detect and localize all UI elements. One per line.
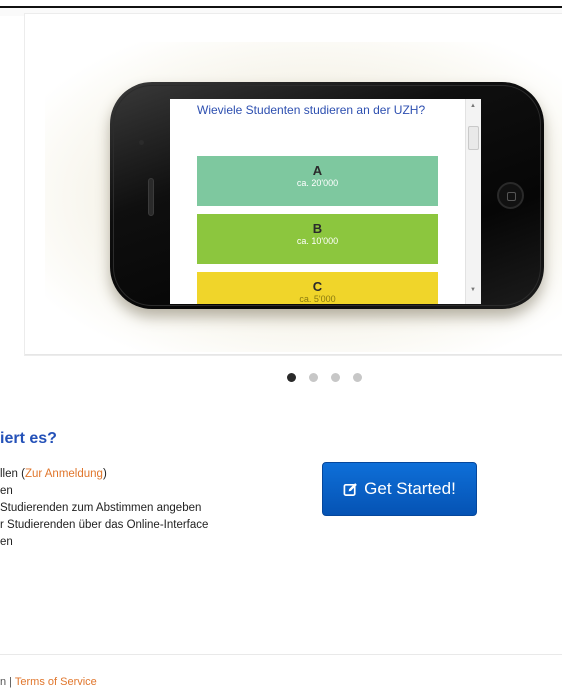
carousel-dot-1[interactable] (287, 373, 296, 382)
phone-speaker (148, 178, 154, 216)
answer-text: ca. 5'000 (299, 294, 336, 304)
terms-of-service-link[interactable]: Terms of Service (15, 676, 97, 688)
footer-divider (0, 654, 562, 655)
footer-text: n | (0, 676, 15, 688)
image-carousel[interactable]: Wieviele Studenten studieren an der UZH?… (25, 14, 562, 355)
carousel-indicators (287, 373, 367, 383)
answer-option-b: B ca. 10'000 (197, 214, 438, 264)
answer-text: ca. 10'000 (296, 236, 339, 246)
phone-camera (139, 140, 144, 145)
edit-icon (343, 482, 358, 496)
answer-letter: C (312, 279, 323, 294)
how-it-works-heading: iert es? (0, 430, 57, 447)
footer: n | Terms of Service (0, 676, 97, 688)
step-item: en (0, 536, 13, 548)
how-it-works-steps: llen (Zur Anmeldung) en Studierenden zum… (0, 466, 208, 551)
carousel-dot-4[interactable] (353, 373, 362, 382)
answer-letter: A (312, 163, 323, 178)
scroll-thumb (468, 126, 479, 150)
phone-home-button (497, 182, 524, 209)
answer-letter: B (312, 221, 323, 236)
step-item: llen (Zur Anmeldung) (0, 466, 208, 483)
scroll-down-icon: ▼ (470, 287, 476, 293)
answer-option-a: A ca. 20'000 (197, 156, 438, 206)
get-started-label: Get Started! (364, 479, 456, 498)
answer-text: ca. 20'000 (296, 178, 339, 188)
get-started-button[interactable]: Get Started! (322, 462, 477, 516)
step-text: llen ( (0, 468, 25, 480)
phone-screen: Wieviele Studenten studieren an der UZH?… (170, 99, 481, 304)
carousel-dot-2[interactable] (309, 373, 318, 382)
step-item: r Studierenden über das Online-Interface (0, 519, 209, 531)
carousel-dot-3[interactable] (331, 373, 340, 382)
registration-link[interactable]: Zur Anmeldung (25, 468, 103, 480)
answer-option-c: C ca. 5'000 (197, 272, 438, 304)
poll-question: Wieviele Studenten studieren an der UZH? (197, 103, 426, 117)
step-item: Studierenden zum Abstimmen angeben (0, 502, 202, 514)
step-text: ) (102, 468, 107, 480)
scroll-up-icon: ▲ (470, 103, 476, 109)
phone-scrollbar: ▲ ▼ (465, 99, 481, 304)
step-item: en (0, 485, 13, 497)
